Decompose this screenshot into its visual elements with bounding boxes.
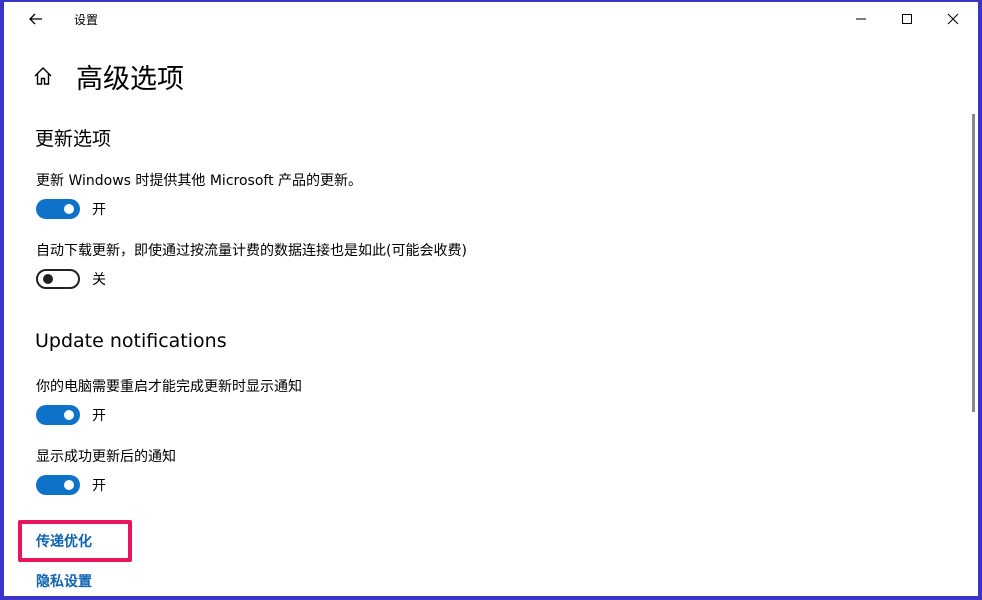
toggle-knob xyxy=(43,274,53,284)
toggle-row-restart-notification: 开 xyxy=(36,405,106,425)
toggle-state-label: 开 xyxy=(92,408,106,424)
toggle-other-products[interactable] xyxy=(36,199,80,219)
toggle-success-notification[interactable] xyxy=(36,475,80,495)
setting-label-metered-download: 自动下载更新，即使通过按流量计费的数据连接也是如此(可能会收费) xyxy=(36,243,467,259)
scrollbar[interactable] xyxy=(972,114,975,412)
minimize-icon xyxy=(856,18,866,20)
close-button[interactable] xyxy=(930,6,976,32)
title-bar: 设置 xyxy=(8,4,978,34)
maximize-button[interactable] xyxy=(884,6,930,32)
setting-label-restart-notification: 你的电脑需要重启才能完成更新时显示通知 xyxy=(36,379,302,395)
page-title: 高级选项 xyxy=(76,63,184,95)
toggle-state-label: 开 xyxy=(92,202,106,218)
page-header: 高级选项 xyxy=(32,56,184,96)
link-delivery-optimization[interactable]: 传递优化 xyxy=(36,531,92,551)
minimize-button[interactable] xyxy=(838,6,884,32)
toggle-state-label: 开 xyxy=(92,478,106,494)
toggle-row-other-products: 开 xyxy=(36,199,106,219)
maximize-icon xyxy=(902,14,912,24)
toggle-state-label: 关 xyxy=(92,272,106,288)
close-icon xyxy=(947,13,959,25)
back-button[interactable] xyxy=(22,8,50,30)
toggle-restart-notification[interactable] xyxy=(36,405,80,425)
setting-label-success-notification: 显示成功更新后的通知 xyxy=(36,449,176,465)
toggle-knob xyxy=(64,480,74,490)
link-privacy-settings[interactable]: 隐私设置 xyxy=(36,571,92,591)
settings-window: 设置 高级选项 更新选项 更新 Windows 时提供其他 Microsoft … xyxy=(0,0,982,600)
section-title-update-options: 更新选项 xyxy=(35,128,112,150)
toggle-knob xyxy=(64,410,74,420)
section-title-update-notifications: Update notifications xyxy=(35,330,227,352)
home-icon[interactable] xyxy=(32,65,54,87)
setting-label-other-products: 更新 Windows 时提供其他 Microsoft 产品的更新。 xyxy=(36,173,363,189)
toggle-row-success-notification: 开 xyxy=(36,475,106,495)
toggle-metered-download[interactable] xyxy=(36,269,80,289)
toggle-row-metered-download: 关 xyxy=(36,269,106,289)
toggle-knob xyxy=(64,204,74,214)
arrow-left-icon xyxy=(29,13,42,25)
window-title: 设置 xyxy=(74,13,99,27)
